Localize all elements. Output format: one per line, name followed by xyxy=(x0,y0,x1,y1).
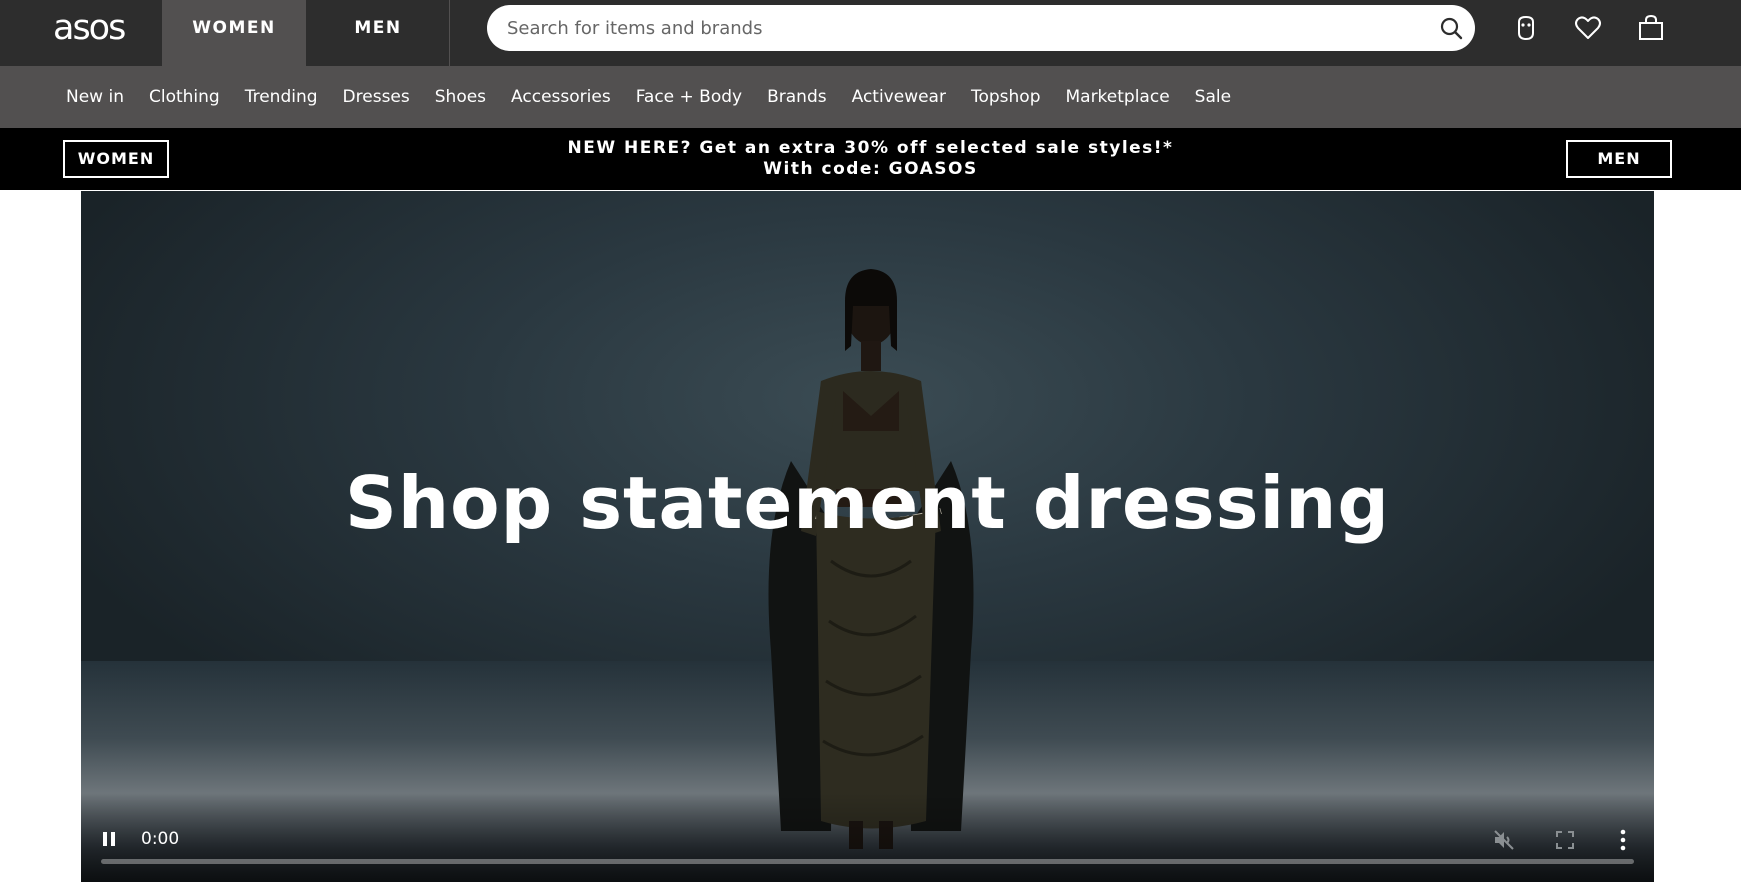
hero-video[interactable]: Shop statement dressing 0:00 xyxy=(81,191,1654,882)
asos-logo[interactable]: asos xyxy=(53,8,126,48)
promo-headline[interactable]: NEW HERE? Get an extra 30% off selected … xyxy=(0,138,1741,158)
nav-item-clothing[interactable]: Clothing xyxy=(149,87,220,107)
account-icon[interactable] xyxy=(1511,13,1541,43)
header-divider xyxy=(449,0,450,66)
nav-item-accessories[interactable]: Accessories xyxy=(511,87,611,107)
muted-icon[interactable] xyxy=(1492,828,1516,852)
heart-icon[interactable] xyxy=(1573,13,1603,43)
tab-women[interactable]: WOMEN xyxy=(162,0,306,66)
video-controls: 0:00 xyxy=(81,792,1654,882)
bag-icon[interactable] xyxy=(1636,13,1666,43)
search-box[interactable] xyxy=(487,5,1475,51)
top-header: asos WOMEN MEN xyxy=(0,0,1741,66)
search-input[interactable] xyxy=(507,5,1407,51)
nav-item-face-body[interactable]: Face + Body xyxy=(636,87,742,107)
nav-item-brands[interactable]: Brands xyxy=(767,87,827,107)
video-time: 0:00 xyxy=(141,829,180,849)
video-progress-bar[interactable] xyxy=(101,859,1634,864)
promo-men-button[interactable]: MEN xyxy=(1566,140,1672,178)
nav-item-topshop[interactable]: Topshop xyxy=(971,87,1041,107)
nav-item-trending[interactable]: Trending xyxy=(245,87,318,107)
nav-item-activewear[interactable]: Activewear xyxy=(852,87,946,107)
nav-item-marketplace[interactable]: Marketplace xyxy=(1065,87,1169,107)
nav-item-sale[interactable]: Sale xyxy=(1195,87,1231,107)
category-nav: New in Clothing Trending Dresses Shoes A… xyxy=(0,66,1741,128)
nav-item-new-in[interactable]: New in xyxy=(66,87,124,107)
nav-item-shoes[interactable]: Shoes xyxy=(435,87,486,107)
more-vertical-icon[interactable] xyxy=(1619,828,1627,852)
fullscreen-icon[interactable] xyxy=(1555,830,1575,850)
pause-icon[interactable] xyxy=(101,830,117,848)
tab-men[interactable]: MEN xyxy=(306,0,450,66)
nav-item-dresses[interactable]: Dresses xyxy=(343,87,410,107)
promo-banner: WOMEN NEW HERE? Get an extra 30% off sel… xyxy=(0,128,1741,190)
promo-code[interactable]: With code: GOASOS xyxy=(0,159,1741,179)
search-icon[interactable] xyxy=(1439,16,1463,40)
hero-title[interactable]: Shop statement dressing xyxy=(81,461,1654,545)
